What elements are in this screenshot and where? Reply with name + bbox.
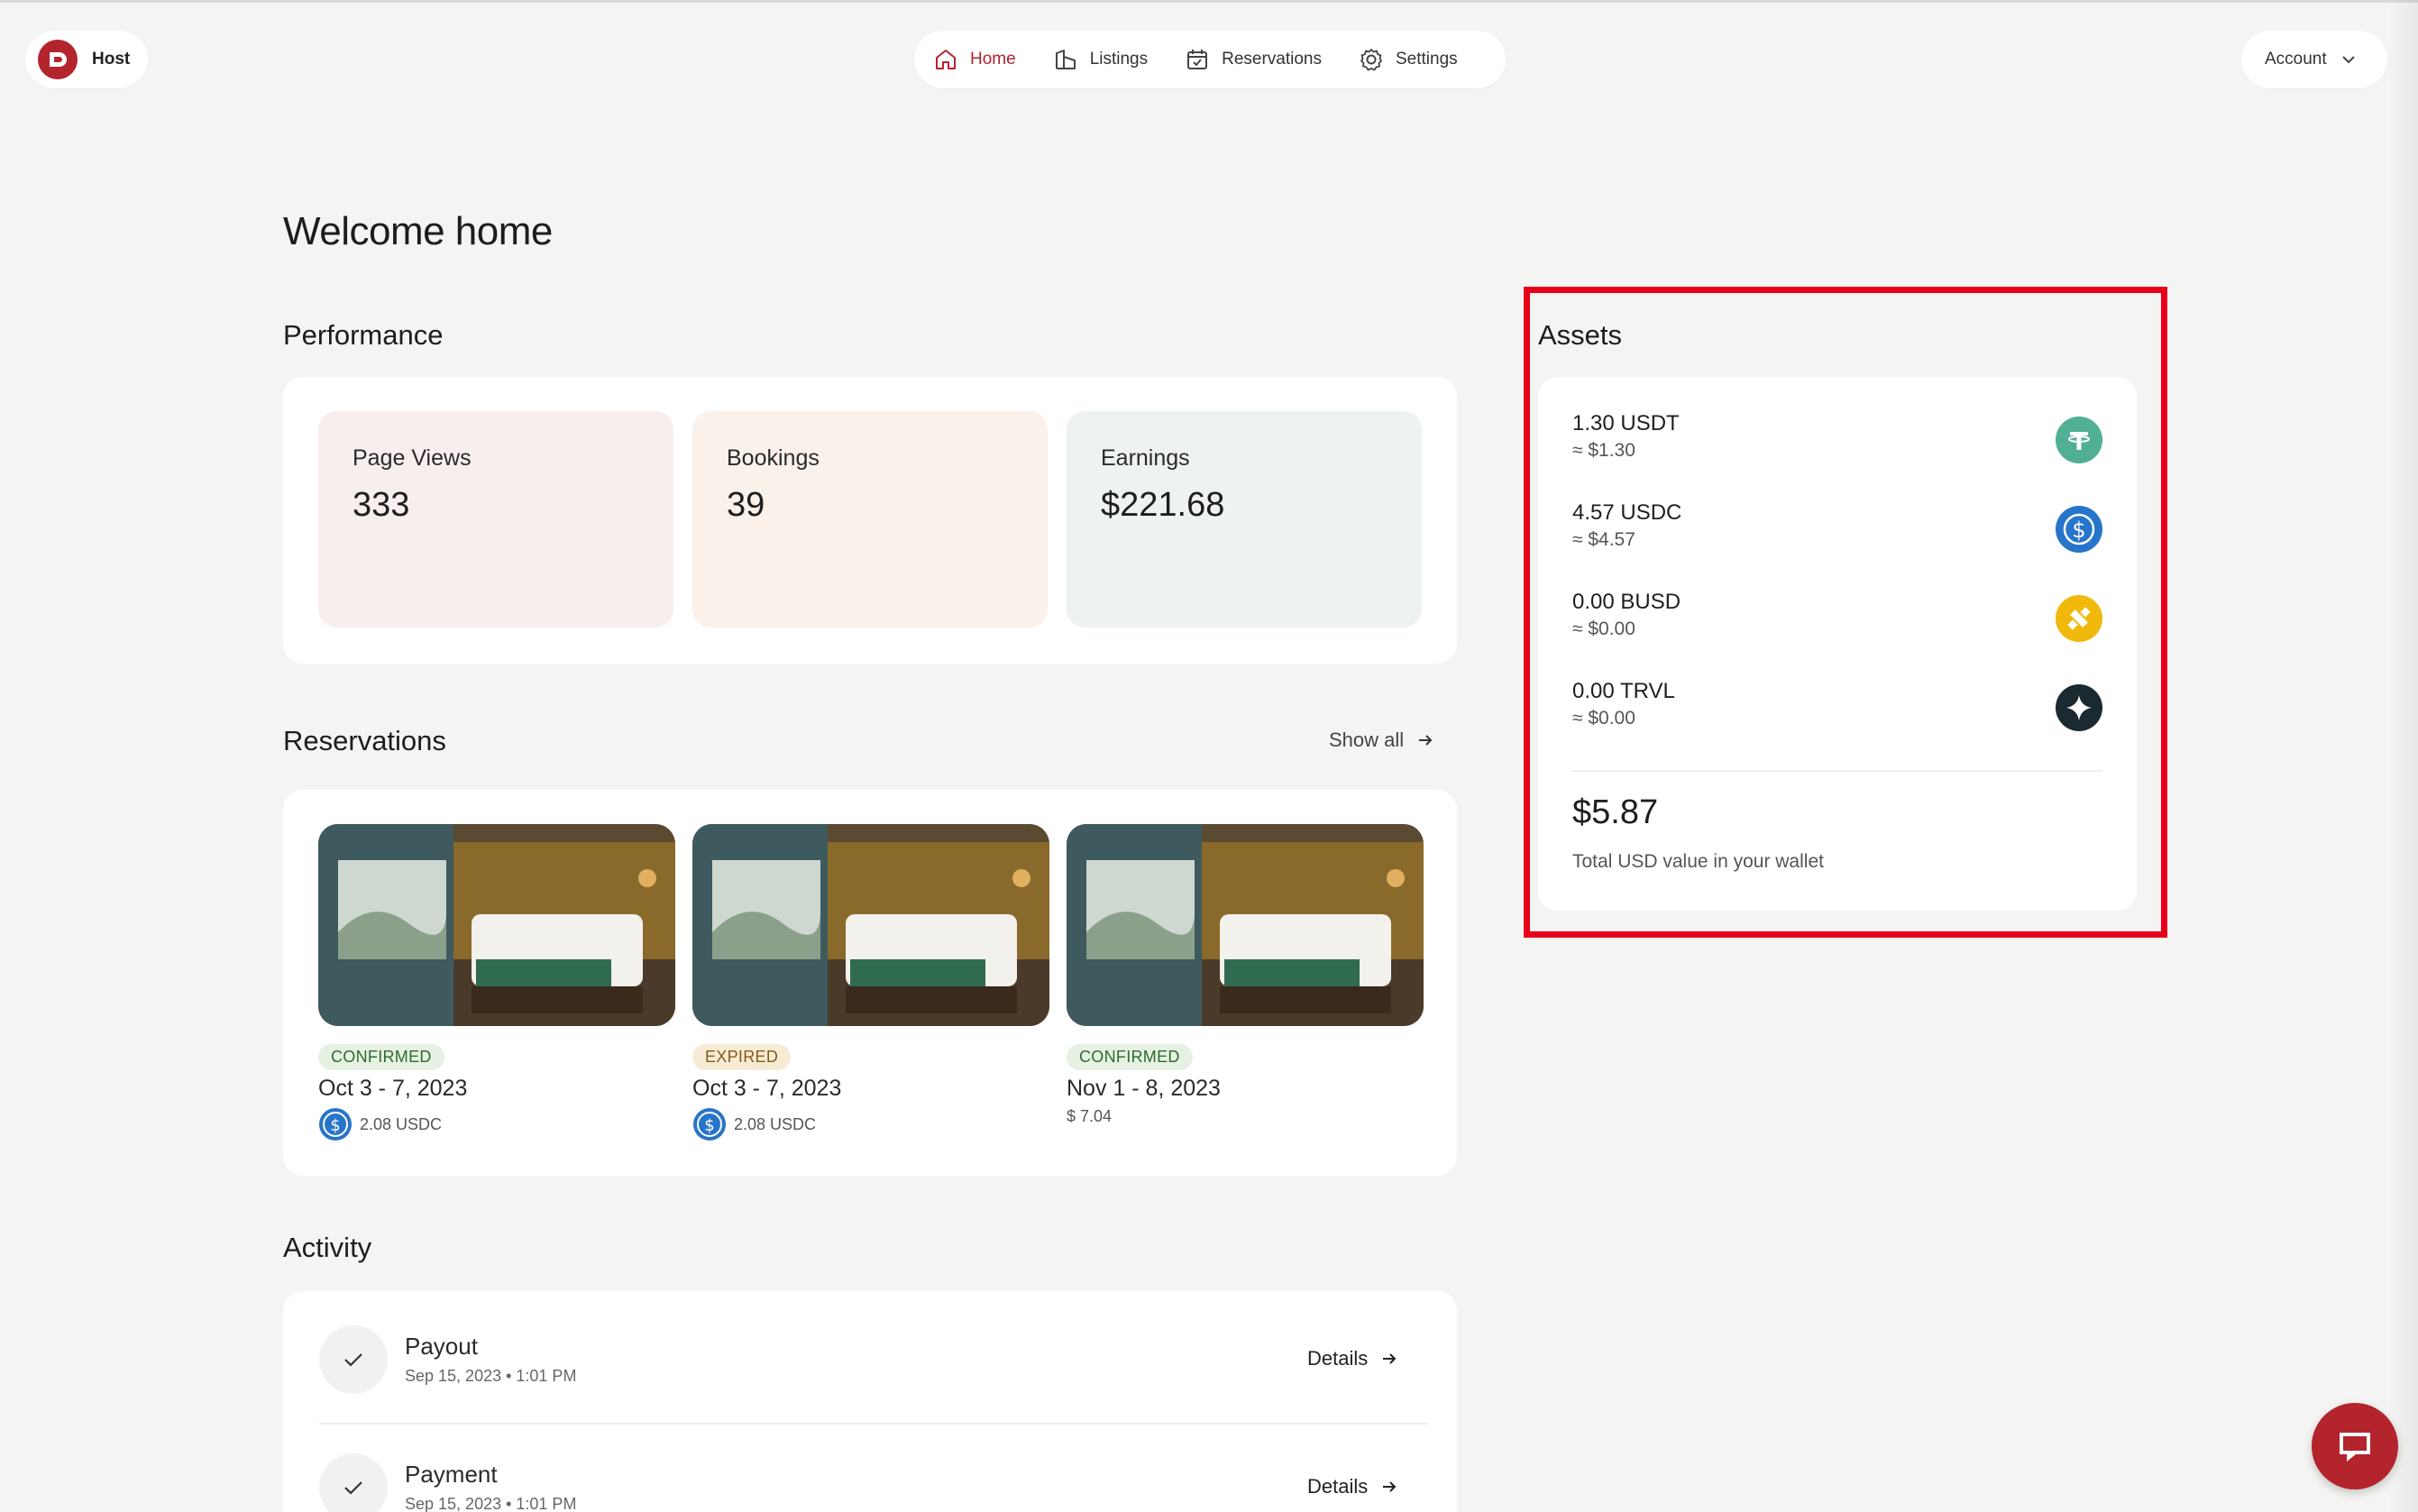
chat-icon [2340,1433,2370,1462]
details-label: Details [1307,1347,1369,1370]
activity-row-payment: Payment Sep 15, 2023 • 1:01 PM Details [319,1453,1401,1512]
bookings-value: 39 [727,486,765,524]
arrow-right-icon [1383,1481,1397,1492]
nav-settings[interactable]: Settings [1358,46,1458,73]
reservation-card[interactable]: EXPIRED Oct 3 - 7, 2023 $ 2.08 USDC [692,824,1049,1141]
page-views-tile: Page Views 333 [318,411,673,628]
check-icon [319,1325,388,1394]
activity-title-text: Payout [405,1333,478,1360]
nav-home-label: Home [970,50,1016,69]
nav-reservations[interactable]: Reservations [1184,46,1322,73]
activity-timestamp: Sep 15, 2023 • 1:01 PM [405,1367,577,1385]
svg-text:$: $ [704,1116,714,1135]
room-photo [692,824,1049,1026]
reservation-price: $ 2.08 USDC [318,1107,675,1141]
account-label: Account [2265,50,2327,69]
home-icon [936,50,956,69]
calendar-icon [1187,50,1208,69]
activity-row-payout: Payout Sep 15, 2023 • 1:01 PM Details [319,1325,1401,1399]
reservation-price-value: 2.08 USDC [734,1114,817,1133]
brand-logo-icon [38,40,78,79]
reservations-title: Reservations [283,725,446,756]
room-photo [318,824,675,1026]
earnings-value: $221.68 [1101,486,1225,524]
details-label: Details [1307,1475,1369,1498]
nav-reservations-label: Reservations [1222,50,1322,69]
reservation-card[interactable]: CONFIRMED Nov 1 - 8, 2023 $ 7.04 [1067,824,1424,1126]
usdc-icon: $ [319,1108,352,1141]
page-title: Welcome home [283,209,553,253]
top-border [0,0,2418,3]
arrow-right-icon [1419,735,1433,746]
host-switcher[interactable]: Host [25,31,148,88]
nav-home[interactable]: Home [932,46,1016,73]
reservation-dates: Oct 3 - 7, 2023 [692,1076,842,1101]
activity-divider [319,1423,1428,1425]
chat-button[interactable] [2312,1403,2398,1489]
page-views-value: 333 [353,486,410,524]
reservation-price: $ 7.04 [1067,1107,1424,1126]
reservation-price: $ 2.08 USDC [692,1107,1049,1141]
listings-icon [1055,50,1076,69]
window-edge-shade [2387,0,2418,1512]
chevron-down-icon [2341,56,2355,64]
status-badge: EXPIRED [692,1044,792,1070]
reservation-price-value: $ 7.04 [1067,1107,1113,1125]
status-badge: CONFIRMED [318,1044,444,1070]
gear-icon [1360,49,1382,71]
host-label: Host [92,50,131,69]
check-icon [319,1453,388,1512]
account-menu-button[interactable]: Account [2241,31,2387,88]
highlight-box [1524,287,2167,938]
page-views-label: Page Views [353,445,472,471]
main-nav: Home Listings Reservations Settings [914,31,1506,88]
reservation-dates: Oct 3 - 7, 2023 [318,1076,468,1101]
status-badge: CONFIRMED [1067,1044,1193,1070]
arrow-right-icon [1383,1353,1397,1364]
bookings-label: Bookings [727,445,820,471]
activity-timestamp: Sep 15, 2023 • 1:01 PM [405,1495,577,1512]
details-button[interactable]: Details [1307,1475,1398,1498]
reservation-dates: Nov 1 - 8, 2023 [1067,1076,1221,1101]
performance-title: Performance [283,319,444,351]
room-photo [1067,824,1424,1026]
earnings-tile: Earnings $221.68 [1067,411,1422,628]
nav-listings[interactable]: Listings [1052,46,1148,73]
usdc-icon: $ [693,1108,726,1141]
nav-settings-label: Settings [1396,50,1458,69]
show-all-label: Show all [1329,729,1405,751]
bookings-tile: Bookings 39 [692,411,1048,628]
details-button[interactable]: Details [1307,1347,1398,1370]
svg-text:$: $ [330,1116,340,1135]
activity-title-text: Payment [405,1461,498,1488]
earnings-label: Earnings [1101,445,1190,471]
show-all-link[interactable]: Show all [1329,729,1434,752]
reservation-price-value: 2.08 USDC [360,1114,443,1133]
activity-title: Activity [283,1232,372,1263]
reservation-card[interactable]: CONFIRMED Oct 3 - 7, 2023 $ 2.08 USDC [318,824,675,1141]
nav-listings-label: Listings [1089,50,1149,69]
